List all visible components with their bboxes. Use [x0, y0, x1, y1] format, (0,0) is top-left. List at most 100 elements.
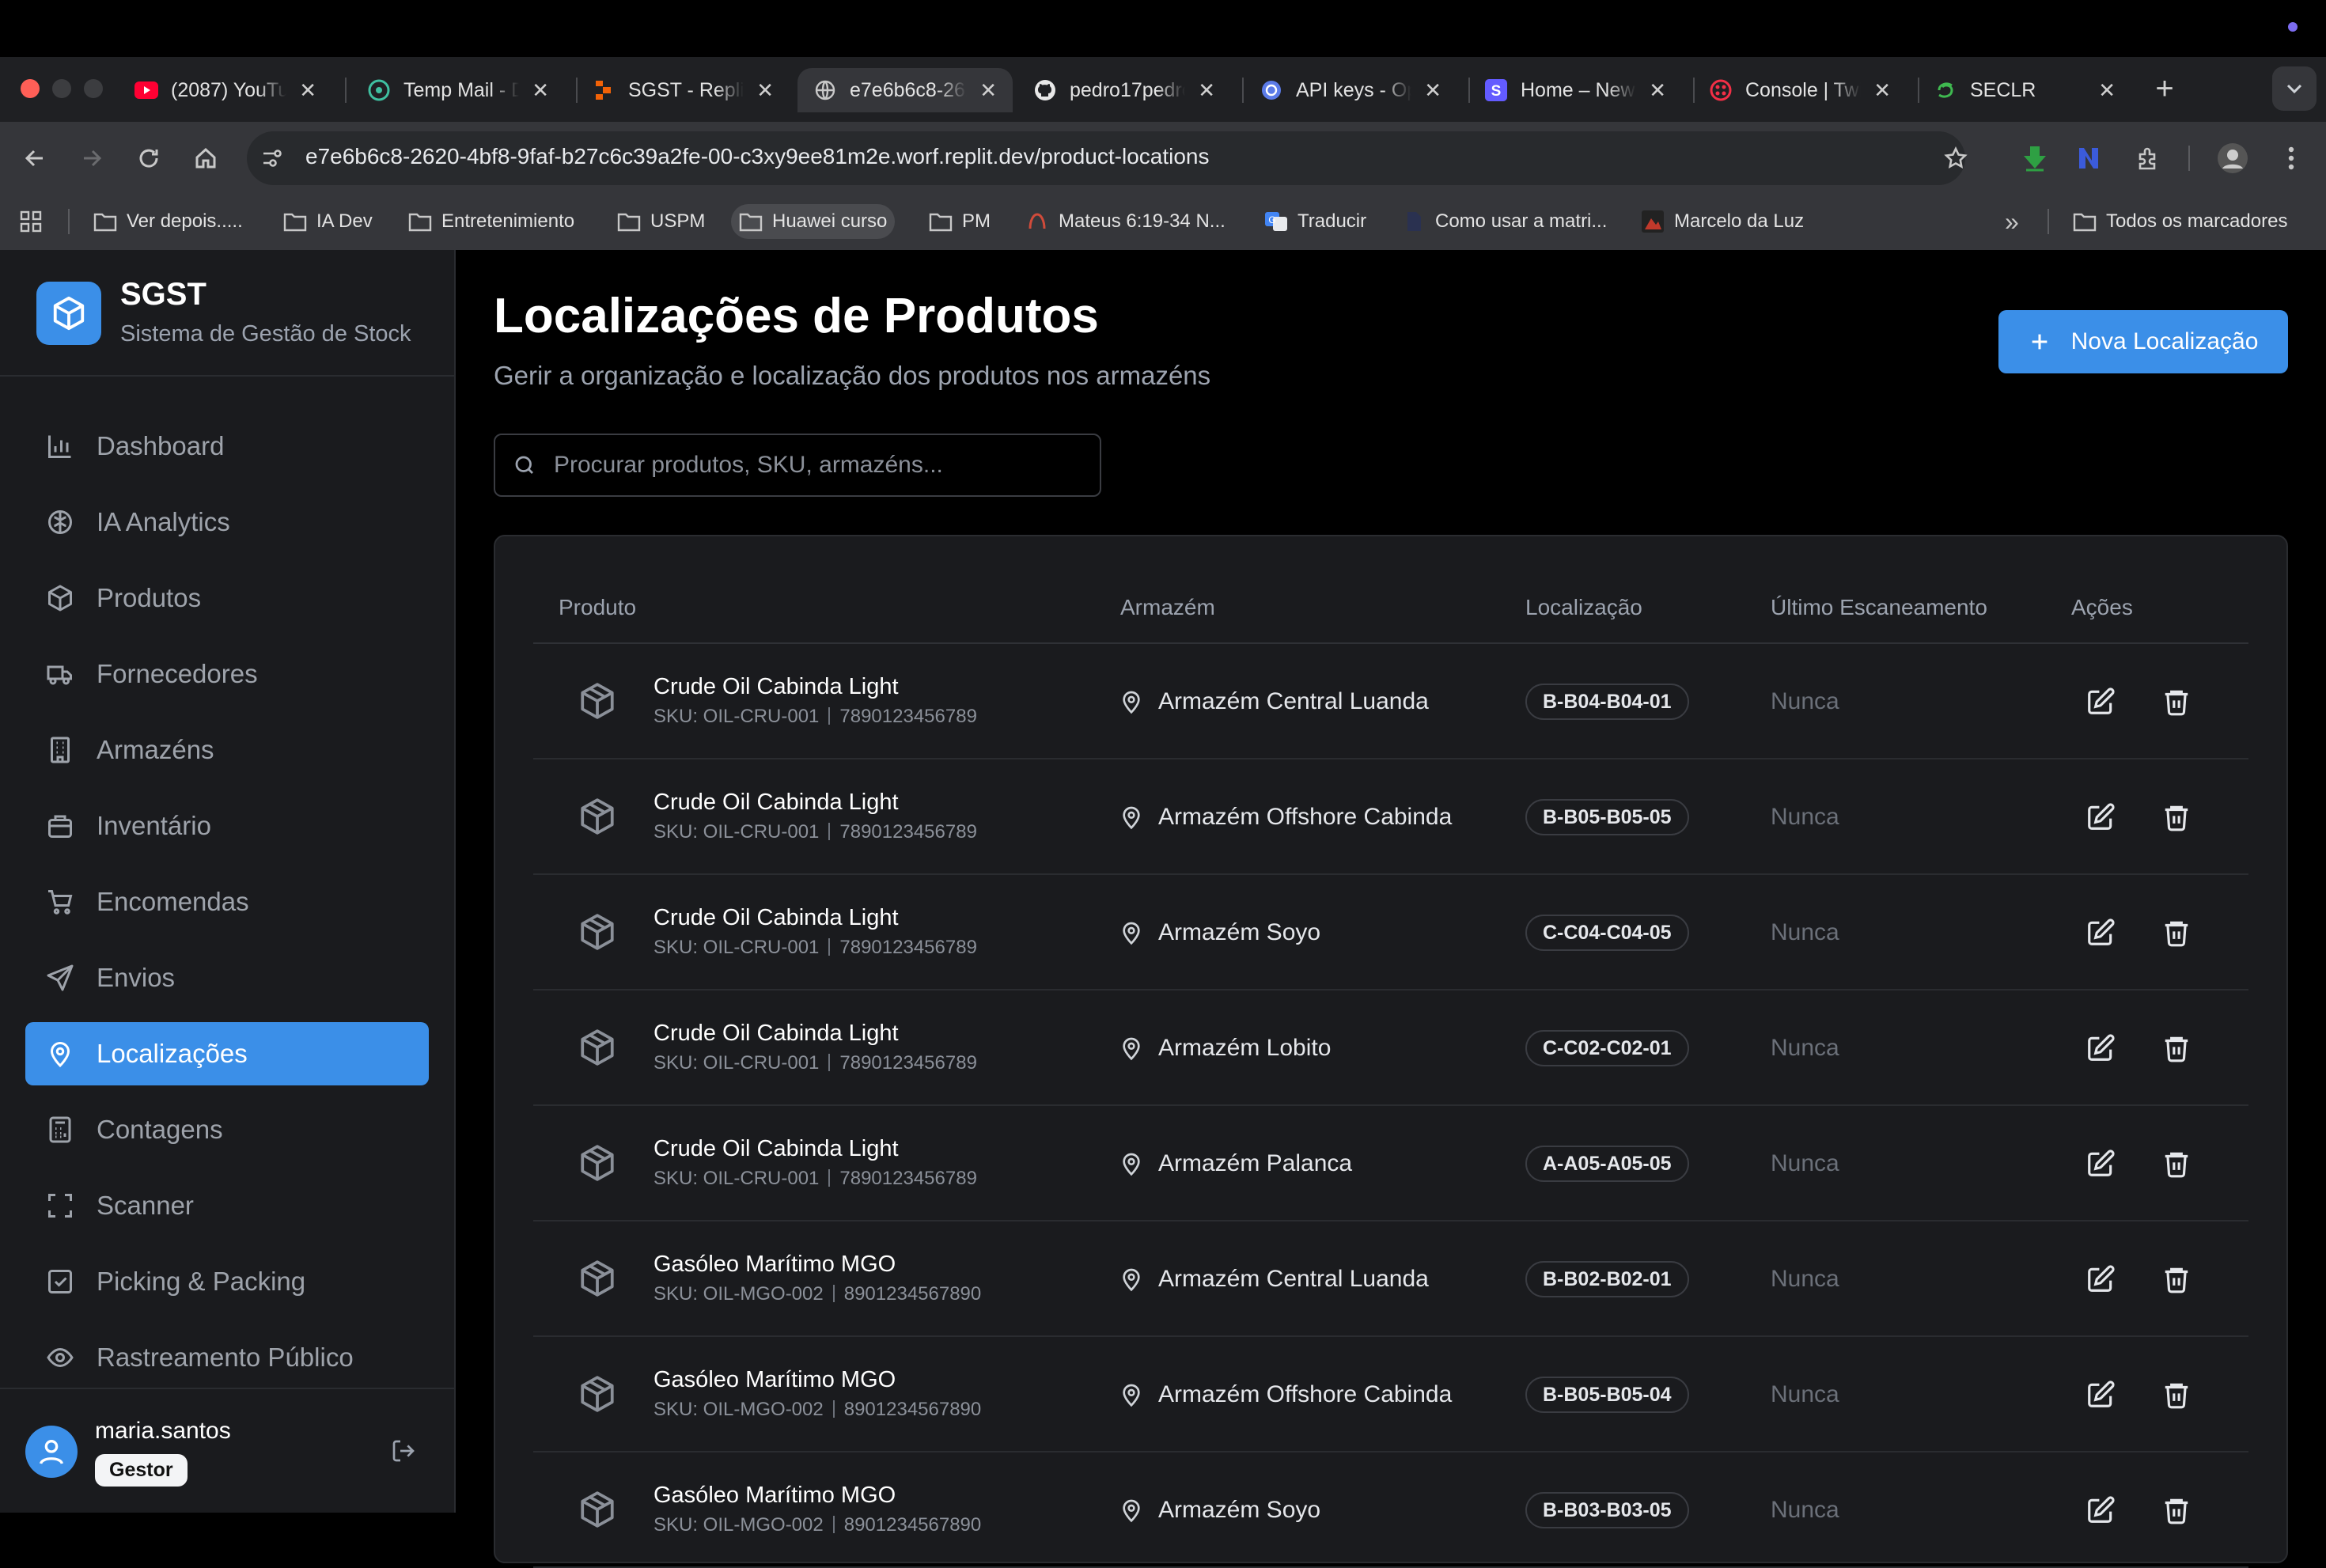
window-minimize-button[interactable] — [52, 79, 71, 98]
site-settings-icon[interactable] — [253, 139, 291, 177]
all-bookmarks-item[interactable]: Todos os marcadores — [2065, 204, 2295, 239]
edit-icon[interactable] — [2085, 687, 2116, 717]
trash-icon[interactable] — [2161, 1495, 2192, 1525]
reload-button[interactable] — [130, 139, 168, 177]
svg-text:G: G — [1268, 214, 1275, 225]
home-button[interactable] — [187, 139, 225, 177]
scan-icon — [44, 1190, 76, 1221]
bookmark-item[interactable]: G Traducir — [1256, 204, 1374, 239]
trash-icon[interactable] — [2161, 1033, 2192, 1063]
edit-icon[interactable] — [2085, 1149, 2116, 1179]
bookmark-item[interactable]: Huawei curso — [731, 204, 896, 239]
nav-item-armazens[interactable]: Armazéns — [25, 718, 429, 782]
browser-tab[interactable]: SECLR ✕ — [1918, 68, 2131, 112]
nav-item-localizacoes[interactable]: Localizações — [25, 1022, 429, 1085]
forward-button[interactable] — [73, 139, 111, 177]
close-tab-icon[interactable]: ✕ — [756, 78, 774, 103]
browser-tab[interactable]: Temp Mail - Disposable ✕ — [351, 68, 565, 112]
product-meta: SKU: OIL-MGO-002 8901234567890 — [653, 1283, 981, 1305]
warehouse-name: Armazém Palanca — [1158, 1150, 1353, 1176]
logout-button[interactable] — [386, 1434, 421, 1468]
nav-item-contagens[interactable]: Contagens — [25, 1098, 429, 1161]
window-close-button[interactable] — [21, 79, 40, 98]
close-tab-icon[interactable]: ✕ — [1873, 78, 1891, 103]
table-row[interactable]: Gasóleo Marítimo MGO SKU: OIL-MGO-002 890… — [533, 1452, 2248, 1568]
url-text[interactable]: e7e6b6c8-2620-4bf8-9faf-b27c6c39a2fe-00-… — [305, 144, 1210, 169]
browser-tab[interactable]: (2087) YouTube ✕ — [119, 68, 332, 112]
nav-item-picking-packing[interactable]: Picking & Packing — [25, 1250, 429, 1313]
nav-label: Produtos — [97, 583, 202, 612]
browser-menu-icon[interactable] — [2272, 139, 2310, 177]
product-name: Gasóleo Marítimo MGO — [653, 1252, 896, 1277]
edit-icon[interactable] — [2085, 1380, 2116, 1410]
apps-grid-icon[interactable] — [11, 204, 51, 239]
nav-item-ia-analytics[interactable]: IA Analytics — [25, 490, 429, 554]
product-sku: SKU: OIL-CRU-001 — [653, 821, 820, 843]
nav-item-produtos[interactable]: Produtos — [25, 566, 429, 630]
bookmark-item[interactable]: Marcelo da Luz — [1633, 204, 1812, 239]
browser-tab[interactable]: S Home – New ✕ — [1468, 68, 1682, 112]
notion-extension-icon[interactable] — [2071, 139, 2109, 177]
browser-tab-active[interactable]: e7e6b6c8-2620 ✕ — [797, 68, 1013, 112]
tab-title: API keys - OpenAI — [1296, 78, 1411, 101]
tab-title: SGST - Replit — [628, 78, 744, 101]
trash-icon[interactable] — [2161, 918, 2192, 948]
close-tab-icon[interactable]: ✕ — [532, 78, 549, 103]
nav-item-dashboard[interactable]: Dashboard — [25, 415, 429, 478]
edit-icon[interactable] — [2085, 802, 2116, 832]
nav-item-fornecedores[interactable]: Fornecedores — [25, 642, 429, 706]
edit-icon[interactable] — [2085, 1495, 2116, 1525]
bookmark-item[interactable]: Ver depois..... — [85, 204, 251, 239]
tab-search-button[interactable] — [2272, 66, 2317, 111]
avatar[interactable] — [25, 1426, 78, 1478]
close-tab-icon[interactable]: ✕ — [1424, 78, 1441, 103]
map-pin-icon — [1123, 1037, 1140, 1061]
table-row[interactable]: Crude Oil Cabinda Light SKU: OIL-CRU-001… — [533, 644, 2248, 759]
edit-icon[interactable] — [2085, 1264, 2116, 1294]
new-tab-button[interactable]: + — [2147, 73, 2182, 108]
bookmark-item[interactable]: IA Dev — [275, 204, 381, 239]
nav-item-inventario[interactable]: Inventário — [25, 794, 429, 858]
bookmark-item[interactable]: PM — [921, 204, 998, 239]
close-tab-icon[interactable]: ✕ — [1198, 78, 1215, 103]
browser-tab[interactable]: pedro17pedro ✕ — [1017, 68, 1231, 112]
table-row[interactable]: Crude Oil Cabinda Light SKU: OIL-CRU-001… — [533, 875, 2248, 990]
trash-icon[interactable] — [2161, 1149, 2192, 1179]
browser-tab[interactable]: Console | Twilio ✕ — [1693, 68, 1907, 112]
bookmark-item[interactable]: Como usar a matri... — [1394, 204, 1615, 239]
browser-tab[interactable]: API keys - OpenAI ✕ — [1244, 68, 1457, 112]
bookmark-star-icon[interactable] — [1937, 139, 1975, 177]
edit-icon[interactable] — [2085, 918, 2116, 948]
bookmark-item[interactable]: USPM — [609, 204, 713, 239]
table-row[interactable]: Gasóleo Marítimo MGO SKU: OIL-MGO-002 890… — [533, 1337, 2248, 1452]
new-location-button[interactable]: Nova Localização — [1998, 310, 2288, 373]
table-row[interactable]: Crude Oil Cabinda Light SKU: OIL-CRU-001… — [533, 990, 2248, 1106]
profile-avatar-icon[interactable] — [2214, 139, 2252, 177]
extensions-icon[interactable] — [2130, 139, 2168, 177]
nav-item-scanner[interactable]: Scanner — [25, 1174, 429, 1237]
search-input[interactable] — [554, 452, 1076, 479]
browser-tab[interactable]: SGST - Replit ✕ — [576, 68, 790, 112]
edit-icon[interactable] — [2085, 1033, 2116, 1063]
trash-icon[interactable] — [2161, 1264, 2192, 1294]
nav-item-envios[interactable]: Envios — [25, 946, 429, 1009]
close-tab-icon[interactable]: ✕ — [979, 78, 997, 103]
table-row[interactable]: Crude Oil Cabinda Light SKU: OIL-CRU-001… — [533, 1106, 2248, 1221]
nav-item-encomendas[interactable]: Encomendas — [25, 870, 429, 934]
trash-icon[interactable] — [2161, 1380, 2192, 1410]
download-extension-icon[interactable] — [2016, 139, 2054, 177]
bookmark-item[interactable]: Entretenimiento — [400, 204, 582, 239]
window-maximize-button[interactable] — [84, 79, 103, 98]
close-tab-icon[interactable]: ✕ — [2098, 78, 2116, 103]
close-tab-icon[interactable]: ✕ — [1649, 78, 1666, 103]
bookmark-item[interactable]: Mateus 6:19-34 N... — [1017, 204, 1233, 239]
close-tab-icon[interactable]: ✕ — [299, 78, 316, 103]
search-box[interactable] — [494, 434, 1101, 497]
nav-item-rastreamento-publico[interactable]: Rastreamento Público — [25, 1326, 429, 1389]
trash-icon[interactable] — [2161, 687, 2192, 717]
table-row[interactable]: Gasóleo Marítimo MGO SKU: OIL-MGO-002 890… — [533, 1221, 2248, 1337]
trash-icon[interactable] — [2161, 802, 2192, 832]
table-row[interactable]: Crude Oil Cabinda Light SKU: OIL-CRU-001… — [533, 759, 2248, 875]
more-bookmarks-icon[interactable]: » — [1997, 204, 2027, 239]
back-button[interactable] — [16, 139, 54, 177]
